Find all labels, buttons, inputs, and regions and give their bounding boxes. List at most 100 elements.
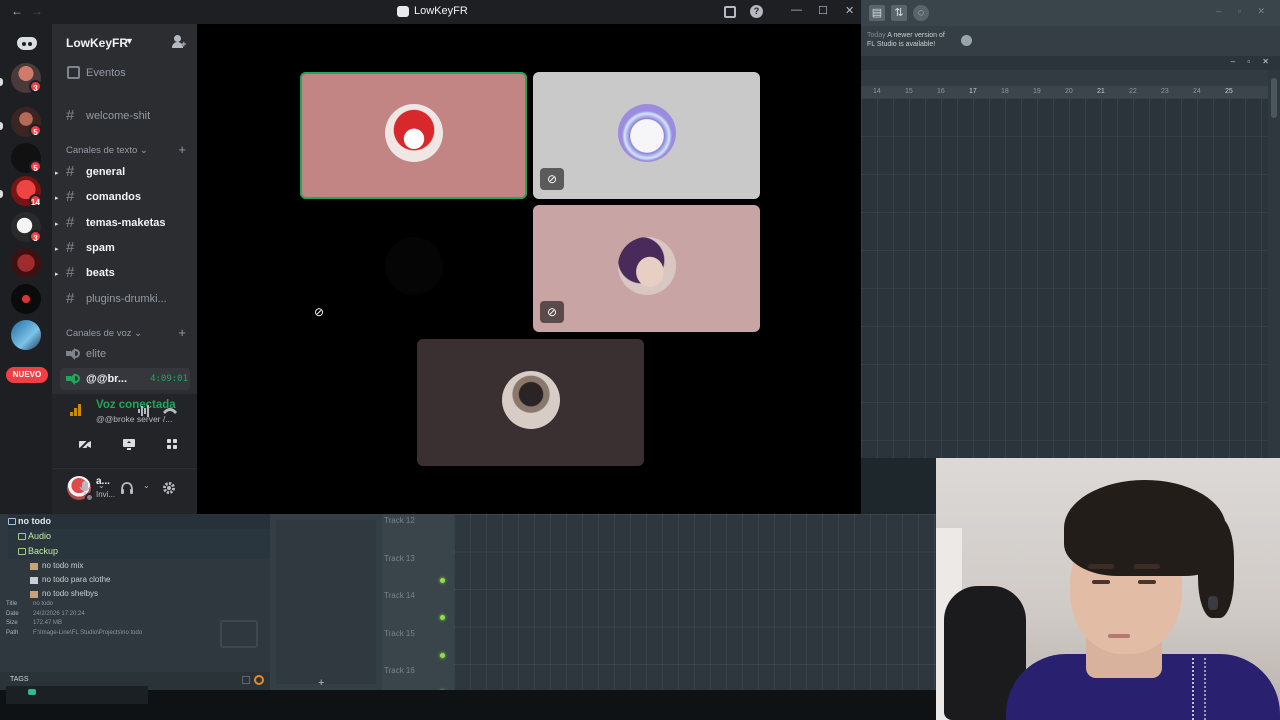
forward-icon[interactable]: → [31,4,43,18]
participant-tile[interactable]: ⊘ [300,205,527,332]
ruler-tick: 17 [969,88,977,95]
voice-channel-active[interactable]: @@br... 4:09:01 [60,368,190,390]
webcam-chain [1192,658,1206,720]
screen-share-icon [123,439,135,450]
voice-channel-elite[interactable]: elite [60,343,190,365]
tree-file[interactable]: no todo shelbys [8,587,270,601]
inbox-icon[interactable] [724,6,736,18]
maximize-icon[interactable]: ☐ [818,4,828,17]
server-icon[interactable] [11,320,41,350]
ruler-tick: 22 [1129,88,1137,95]
save-icon[interactable]: ▤ [869,5,885,21]
invite-user-icon[interactable]: + [172,35,186,49]
track-label[interactable]: Track 13 [384,554,415,563]
user-status: Invi... [96,490,116,499]
webcam-earbud [1208,596,1218,610]
tree-folder[interactable]: Audio [8,529,270,544]
tree-file[interactable]: no todo para clothe [8,573,270,587]
channel-spam[interactable]: ▸ # spam [55,237,190,259]
picker-list[interactable] [276,520,376,684]
voice-category[interactable]: Canales de voz ⌄ + [60,325,190,342]
text-category[interactable]: Canales de texto ⌄ + [60,142,190,159]
add-track-icon[interactable]: + [318,677,324,689]
fl-task-button[interactable] [6,686,148,704]
folder-icon [18,533,26,540]
participant-tile[interactable] [417,339,644,466]
folder-icon [18,548,26,555]
noise-suppression-icon[interactable] [137,404,151,418]
chevron-down-icon[interactable]: ⌄ [98,481,105,490]
fl-browser: no todo Audio Backup no todo mix no todo… [0,514,270,690]
gear-icon[interactable] [162,481,176,495]
microphone-icon[interactable] [79,481,91,495]
participant-avatar [618,237,676,295]
playlist-lower-grid[interactable] [454,514,936,690]
help-icon[interactable]: ? [750,5,763,18]
channel-welcome[interactable]: # welcome-shit [60,105,190,127]
back-icon[interactable]: ← [11,4,23,18]
tree-folder[interactable]: Backup [8,544,270,559]
track-mute-led[interactable] [440,577,445,583]
webcam-brow [1088,564,1114,569]
fl-window-controls[interactable]: – ▫ ✕ [1216,6,1272,17]
channel-comandos[interactable]: ▸ # comandos [55,186,190,208]
participant-tile[interactable]: ⊘ [533,72,760,199]
channel-temas-maketas[interactable]: ▸ # temas-maketas [55,212,190,234]
mixer-icon[interactable]: ⇅ [891,5,907,21]
track-label[interactable]: Track 15 [384,629,415,638]
hint-line-1: A newer version of [887,32,945,39]
chevron-down-icon[interactable]: ⌄ [143,481,150,490]
tree-root-folder[interactable]: no todo [8,514,270,529]
globe-icon[interactable] [961,35,972,46]
ruler-tick: 19 [1033,88,1041,95]
scrollbar-thumb[interactable] [1271,78,1277,118]
minimize-icon[interactable]: — [791,4,802,16]
project-file-icon [30,591,38,598]
track-label[interactable]: Track 14 [384,591,415,600]
voice-status-subtitle[interactable]: @@broke server /... [96,414,172,424]
channel-general[interactable]: ▸ # general [55,161,190,183]
desktop: ▤ ⇅ ◌ – ▫ ✕ Today A newer version of FL … [0,0,1280,720]
playlist-window-controls[interactable]: – ▫ ✕ [1231,57,1274,66]
signal-icon[interactable] [70,404,82,416]
add-channel-icon[interactable]: + [178,325,186,340]
screen-share-button[interactable] [114,434,144,454]
discord-logo-icon [17,37,37,50]
tree-folder-label: Backup [28,546,59,556]
update-hint[interactable]: Today A newer version of FL Studio is av… [867,31,945,49]
playlist-scrollbar[interactable] [1268,70,1280,458]
timeline-ruler[interactable]: 14 15 16 17 18 19 20 21 22 23 24 25 [861,86,1268,98]
track-mute-led[interactable] [440,652,445,658]
webcam-brow [1134,564,1160,569]
track-label[interactable]: Track 12 [384,516,415,525]
fl-toolbar: ▤ ⇅ ◌ – ▫ ✕ [861,0,1280,26]
new-badge[interactable]: NUEVO [6,367,48,383]
tag-toggle-icon[interactable] [242,676,250,684]
headphones-icon[interactable] [120,481,134,495]
activities-button[interactable] [157,434,187,454]
playlist-grid[interactable] [861,98,1268,458]
add-channel-icon[interactable]: + [178,142,186,157]
track-mute-led[interactable] [440,615,445,620]
events-item[interactable]: Eventos [60,62,190,84]
window-title: LowKeyFR [414,5,468,17]
mention-badge: 14 [29,194,42,207]
server-icon[interactable] [11,284,41,314]
tree-file-label: no todo para clothe [42,575,111,584]
search-icon[interactable] [254,675,264,685]
discord-home-icon[interactable] [14,33,40,53]
track-label[interactable]: Track 16 [384,666,415,675]
camera-off-button[interactable] [70,434,100,454]
chat-icon[interactable]: ◌ [913,5,929,21]
close-icon[interactable]: ✕ [845,4,854,17]
channel-beats[interactable]: ▸ # beats [55,262,190,284]
tree-file[interactable]: no todo mix [8,559,270,573]
unread-pill [0,190,3,198]
participant-tile[interactable]: ⊘ [533,205,760,332]
participant-tile[interactable] [300,72,527,199]
disconnect-icon[interactable] [162,405,178,417]
server-icon[interactable] [11,248,41,278]
guild-header[interactable]: LowKeyFR ▼ + [52,24,197,60]
discord-window: ← → LowKeyFR ? — ☐ ✕ 3 5 5 14 3 NUEVO Lo… [0,0,861,514]
channel-plugins[interactable]: # plugins-drumki... [60,288,190,310]
